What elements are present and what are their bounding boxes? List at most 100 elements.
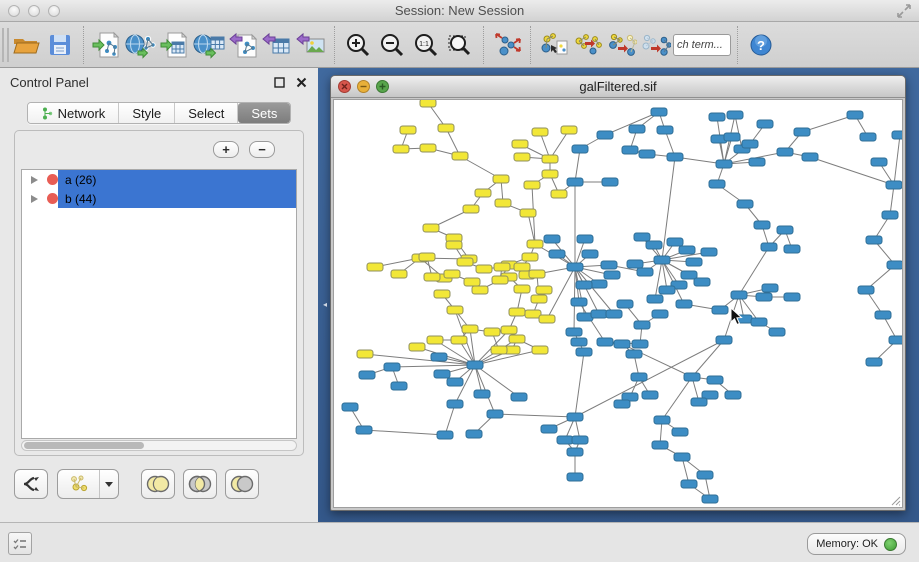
- graph-node[interactable]: [757, 120, 773, 128]
- graph-node[interactable]: [557, 436, 573, 444]
- graph-node[interactable]: [672, 428, 688, 436]
- graph-node[interactable]: [576, 348, 592, 356]
- graph-node[interactable]: [544, 235, 560, 243]
- graph-node[interactable]: [749, 158, 765, 166]
- splitter-handle[interactable]: ◂: [323, 300, 331, 310]
- import-network-web-button[interactable]: [124, 27, 158, 63]
- graph-node[interactable]: [762, 284, 778, 292]
- frame-close-icon[interactable]: [338, 80, 351, 93]
- horizontal-scrollbar[interactable]: [21, 440, 297, 451]
- graph-node[interactable]: [447, 378, 463, 386]
- graph-node[interactable]: [731, 291, 747, 299]
- graph-node[interactable]: [423, 224, 439, 232]
- add-set-button[interactable]: +: [213, 141, 239, 158]
- export-table-button[interactable]: [260, 27, 294, 63]
- graph-node[interactable]: [520, 209, 536, 217]
- graph-node[interactable]: [536, 286, 552, 294]
- graph-node[interactable]: [356, 426, 372, 434]
- graph-node[interactable]: [742, 140, 758, 148]
- graph-node[interactable]: [784, 245, 800, 253]
- graph-node[interactable]: [514, 153, 530, 161]
- graph-node[interactable]: [597, 131, 613, 139]
- graph-node[interactable]: [527, 240, 543, 248]
- graph-node[interactable]: [524, 181, 540, 189]
- graph-node[interactable]: [725, 391, 741, 399]
- graph-node[interactable]: [495, 199, 511, 207]
- graph-node[interactable]: [577, 235, 593, 243]
- graph-node[interactable]: [694, 278, 710, 286]
- graph-node[interactable]: [514, 263, 530, 271]
- graph-node[interactable]: [420, 144, 436, 152]
- help-button[interactable]: ?: [744, 27, 778, 63]
- graph-node[interactable]: [567, 263, 583, 271]
- float-panel-icon[interactable]: [272, 75, 286, 89]
- graph-node[interactable]: [716, 336, 732, 344]
- select-from-file-button[interactable]: [537, 27, 571, 63]
- graph-node[interactable]: [684, 373, 700, 381]
- graph-node[interactable]: [647, 295, 663, 303]
- graph-node[interactable]: [751, 318, 767, 326]
- graph-node[interactable]: [551, 190, 567, 198]
- dropdown-caret-icon[interactable]: [100, 482, 118, 487]
- import-table-file-button[interactable]: [158, 27, 192, 63]
- graph-node[interactable]: [860, 133, 876, 141]
- graph-node[interactable]: [886, 181, 902, 189]
- graph-node[interactable]: [871, 158, 887, 166]
- tab-style[interactable]: Style: [119, 103, 175, 123]
- save-session-button[interactable]: [43, 27, 77, 63]
- graph-node[interactable]: [566, 328, 582, 336]
- graph-node[interactable]: [539, 315, 555, 323]
- graph-node[interactable]: [549, 250, 565, 258]
- graph-node[interactable]: [567, 178, 583, 186]
- import-network-file-button[interactable]: [90, 27, 124, 63]
- open-session-button[interactable]: [9, 27, 43, 63]
- graph-node[interactable]: [737, 200, 753, 208]
- graph-node[interactable]: [571, 298, 587, 306]
- graph-node[interactable]: [561, 126, 577, 134]
- graph-node[interactable]: [659, 286, 675, 294]
- tab-sets[interactable]: Sets: [238, 103, 290, 123]
- graph-node[interactable]: [652, 310, 668, 318]
- graph-node[interactable]: [709, 113, 725, 121]
- graph-node[interactable]: [679, 246, 695, 254]
- graph-node[interactable]: [472, 286, 488, 294]
- graph-node[interactable]: [667, 153, 683, 161]
- graph-node[interactable]: [591, 310, 607, 318]
- graph-node[interactable]: [761, 243, 777, 251]
- graph-node[interactable]: [602, 178, 618, 186]
- graph-node[interactable]: [531, 295, 547, 303]
- graph-node[interactable]: [431, 353, 447, 361]
- graph-node[interactable]: [357, 350, 373, 358]
- first-neighbors-button[interactable]: [571, 27, 605, 63]
- graph-node[interactable]: [697, 471, 713, 479]
- graph-node[interactable]: [686, 258, 702, 266]
- export-image-button[interactable]: [294, 27, 328, 63]
- graph-node[interactable]: [542, 170, 558, 178]
- graph-node[interactable]: [702, 495, 718, 503]
- network-frame-titlebar[interactable]: galFiltered.sif: [331, 76, 905, 98]
- graph-node[interactable]: [514, 285, 530, 293]
- graph-node[interactable]: [474, 390, 490, 398]
- graph-node[interactable]: [420, 100, 436, 107]
- graph-node[interactable]: [571, 338, 587, 346]
- graph-node[interactable]: [509, 335, 525, 343]
- graph-node[interactable]: [866, 358, 882, 366]
- export-network-button[interactable]: [226, 27, 260, 63]
- graph-node[interactable]: [529, 270, 545, 278]
- import-table-web-button[interactable]: [192, 27, 226, 63]
- graph-node[interactable]: [434, 290, 450, 298]
- graph-node[interactable]: [727, 111, 743, 119]
- graph-node[interactable]: [676, 300, 692, 308]
- frame-minimize-icon[interactable]: [357, 80, 370, 93]
- graph-node[interactable]: [400, 126, 416, 134]
- graph-node[interactable]: [691, 398, 707, 406]
- graph-node[interactable]: [391, 382, 407, 390]
- graph-node[interactable]: [652, 441, 668, 449]
- graph-node[interactable]: [634, 321, 650, 329]
- graph-node[interactable]: [447, 400, 463, 408]
- graph-node[interactable]: [457, 258, 473, 266]
- fullscreen-icon[interactable]: [897, 4, 911, 18]
- graph-node[interactable]: [451, 336, 467, 344]
- create-set-button[interactable]: [57, 469, 119, 499]
- search-input[interactable]: [673, 34, 731, 56]
